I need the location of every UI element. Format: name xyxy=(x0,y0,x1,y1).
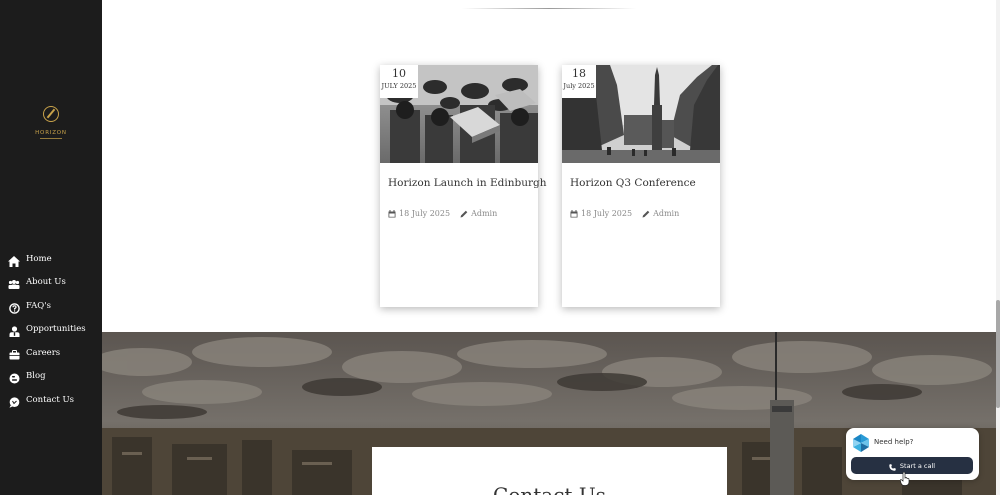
date-month: JULY 2025 xyxy=(381,82,417,90)
post-author[interactable]: Admin xyxy=(471,209,497,218)
calendar-icon xyxy=(570,209,578,218)
blog-card[interactable]: 18 July 2025 Horizon Q3 Conference 18 Ju… xyxy=(562,65,720,307)
contact-section: Contact Us xyxy=(372,447,727,495)
calendar-icon xyxy=(388,209,396,218)
users-icon xyxy=(8,278,20,290)
help-prompt: Need help? xyxy=(874,438,914,446)
post-date: 18 July 2025 xyxy=(581,209,633,218)
date-day: 10 xyxy=(392,67,406,80)
date-badge: 10 JULY 2025 xyxy=(380,65,418,98)
pencil-icon xyxy=(642,210,650,218)
sidebar-item-careers[interactable]: Careers xyxy=(0,346,102,364)
sidebar-item-label: About Us xyxy=(26,277,66,287)
user-tie-icon xyxy=(8,325,20,337)
question-icon xyxy=(8,302,20,314)
date-badge: 18 July 2025 xyxy=(562,65,596,98)
page-scrollbar[interactable] xyxy=(996,0,1000,495)
sidebar-item-label: Careers xyxy=(26,348,61,358)
horizon-logo[interactable]: HORIZON xyxy=(30,106,72,142)
post-title[interactable]: Horizon Launch in Edinburgh xyxy=(388,177,547,189)
section-divider xyxy=(462,8,636,9)
contact-title: Contact Us xyxy=(493,483,606,495)
start-call-button[interactable]: Start a call xyxy=(851,457,973,474)
help-widget: Need help? Start a call xyxy=(846,428,979,480)
sidebar-item-opportunities[interactable]: Opportunities xyxy=(0,322,102,340)
post-meta: 18 July 2025 Admin xyxy=(570,209,679,218)
post-date: 18 July 2025 xyxy=(399,209,451,218)
home-icon xyxy=(8,255,20,267)
pencil-icon xyxy=(460,210,468,218)
blogger-icon xyxy=(8,372,20,384)
post-title[interactable]: Horizon Q3 Conference xyxy=(570,177,696,189)
graduation-photo: 10 JULY 2025 xyxy=(380,65,538,163)
briefcase-icon xyxy=(8,349,20,361)
sidebar-item-label: Home xyxy=(26,254,52,264)
sidebar-item-label: Blog xyxy=(26,371,46,381)
compass-icon xyxy=(43,106,59,122)
phone-icon xyxy=(889,456,896,475)
assistant-logo-icon xyxy=(852,434,870,452)
logo-underline xyxy=(40,138,62,139)
chat-icon xyxy=(8,396,20,408)
blog-card[interactable]: 10 JULY 2025 Horizon Launch in Edinburgh… xyxy=(380,65,547,307)
sidebar-item-home[interactable]: Home xyxy=(0,252,102,270)
hand-cursor-icon xyxy=(900,472,910,486)
sidebar-item-label: FAQ's xyxy=(26,301,51,311)
logo-text: HORIZON xyxy=(35,130,67,136)
sidebar: HORIZON Home About Us FAQ's Opportunitie… xyxy=(0,0,102,495)
sidebar-item-about-us[interactable]: About Us xyxy=(0,275,102,293)
post-author[interactable]: Admin xyxy=(653,209,679,218)
sidebar-item-label: Opportunities xyxy=(26,324,86,334)
sidebar-item-contact-us[interactable]: Contact Us xyxy=(0,393,102,411)
post-meta: 18 July 2025 Admin xyxy=(388,209,497,218)
date-month: July 2025 xyxy=(563,82,595,90)
start-call-label: Start a call xyxy=(899,461,936,470)
sidebar-item-faqs[interactable]: FAQ's xyxy=(0,299,102,317)
date-day: 18 xyxy=(572,67,586,80)
sidebar-item-blog[interactable]: Blog xyxy=(0,369,102,387)
sidebar-item-label: Contact Us xyxy=(26,395,74,405)
edinburgh-street-photo: 18 July 2025 xyxy=(562,65,720,163)
scrollbar-thumb[interactable] xyxy=(996,300,1000,408)
